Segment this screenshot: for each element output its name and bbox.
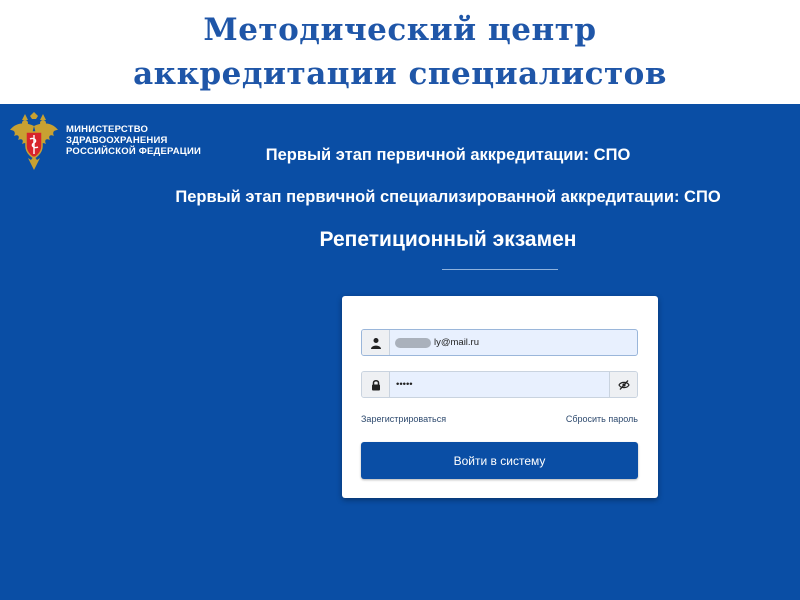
password-addon — [362, 372, 390, 397]
redacted-email-part — [395, 338, 431, 348]
login-addon — [362, 330, 390, 355]
slide-title-line-1: Методический центр — [203, 12, 597, 48]
password-input[interactable] — [390, 372, 609, 397]
lock-icon — [371, 379, 380, 390]
eye-slash-icon — [617, 379, 630, 390]
form-links: Зарегистрироваться Сбросить пароль — [361, 414, 638, 424]
login-field — [361, 329, 638, 356]
login-page: МИНИСТЕРСТВО ЗДРАВООХРАНЕНИЯ РОССИЙСКОЙ … — [0, 104, 800, 600]
login-card: Зарегистрироваться Сбросить пароль Войти… — [342, 296, 658, 498]
stage-heading: Первый этап первичной аккредитации: СПО — [265, 146, 631, 164]
specialized-stage-heading: Первый этап первичной специализированной… — [175, 188, 721, 206]
password-visibility-toggle[interactable] — [609, 372, 637, 397]
login-button[interactable]: Войти в систему — [361, 442, 638, 479]
exam-heading: Репетиционный экзамен — [319, 228, 577, 251]
ministry-name-line-1: МИНИСТЕРСТВО — [66, 124, 149, 135]
register-link[interactable]: Зарегистрироваться — [361, 414, 446, 424]
password-field — [361, 371, 638, 398]
ministry-name-line-2: ЗДРАВООХРАНЕНИЯ — [66, 135, 168, 146]
user-icon — [370, 337, 381, 349]
heading-divider — [442, 269, 558, 270]
slide-title: Методический центр аккредитации специали… — [0, 8, 800, 96]
slide-title-line-2: аккредитации специалистов — [133, 56, 667, 92]
reset-password-link[interactable]: Сбросить пароль — [566, 414, 638, 424]
